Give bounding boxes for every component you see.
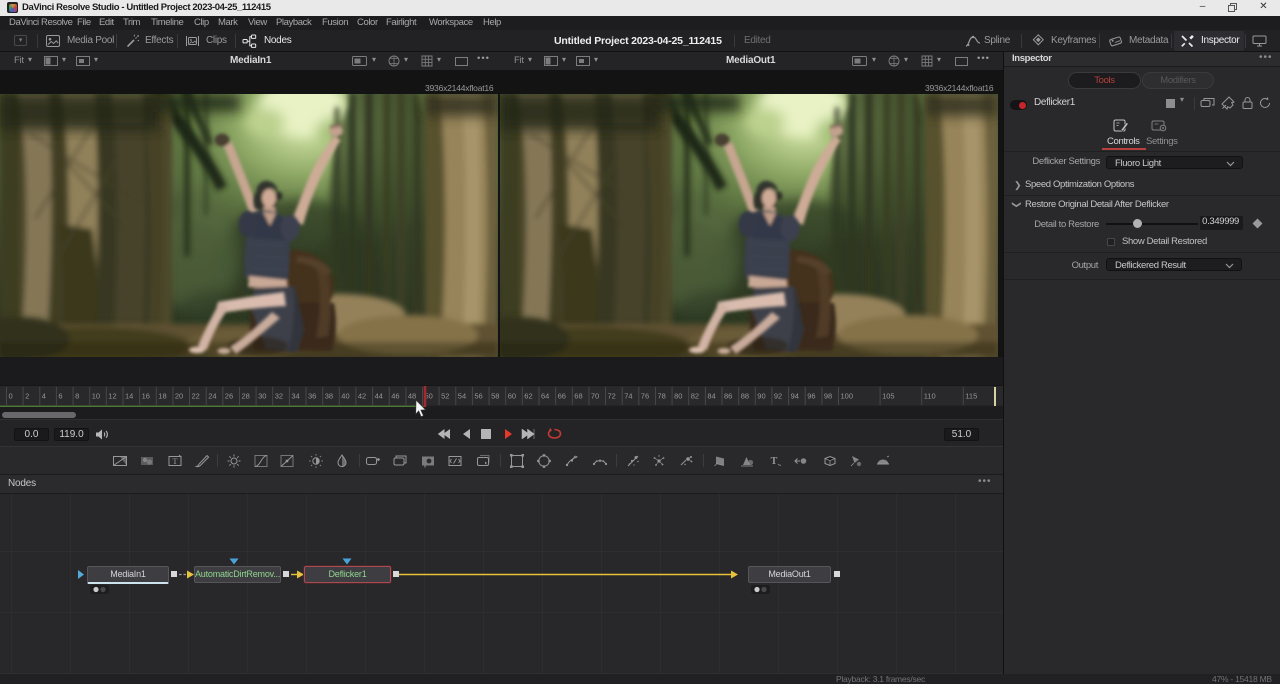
svg-text:14: 14 [125,392,133,401]
svg-text:74: 74 [624,392,632,401]
svg-text:T: T [172,456,178,466]
svg-text:68: 68 [574,392,582,401]
svg-text:52: 52 [441,392,449,401]
svg-text:30: 30 [258,392,266,401]
svg-text:70: 70 [591,392,599,401]
svg-text:105: 105 [882,392,895,401]
svg-text:64: 64 [541,392,549,401]
svg-text:80: 80 [674,392,682,401]
svg-text:96: 96 [807,392,815,401]
svg-text:90: 90 [757,392,765,401]
svg-text:36: 36 [308,392,316,401]
svg-text:88: 88 [741,392,749,401]
svg-text:0: 0 [9,392,13,401]
svg-text:60: 60 [508,392,516,401]
svg-text:T: T [771,456,778,467]
svg-text:44: 44 [375,392,383,401]
svg-text:42: 42 [358,392,366,401]
svg-text:54: 54 [458,392,466,401]
svg-text:110: 110 [924,392,936,401]
svg-text:94: 94 [791,392,799,401]
svg-text:26: 26 [225,392,233,401]
svg-text:66: 66 [558,392,566,401]
svg-text:20: 20 [175,392,183,401]
svg-text:98: 98 [824,392,832,401]
svg-text:2: 2 [25,392,29,401]
svg-text:22: 22 [192,392,200,401]
svg-text:76: 76 [641,392,649,401]
svg-text:62: 62 [524,392,532,401]
svg-text:40: 40 [341,392,349,401]
svg-text:58: 58 [491,392,499,401]
svg-text:78: 78 [658,392,666,401]
svg-text:10: 10 [92,392,100,401]
svg-text:18: 18 [158,392,166,401]
svg-text:4: 4 [42,392,46,401]
svg-text:82: 82 [691,392,699,401]
svg-text:16: 16 [142,392,150,401]
svg-text:115: 115 [965,392,977,401]
svg-text:28: 28 [242,392,250,401]
svg-text:32: 32 [275,392,283,401]
svg-text:38: 38 [325,392,333,401]
svg-text:86: 86 [724,392,732,401]
svg-text:46: 46 [391,392,399,401]
svg-text:92: 92 [774,392,782,401]
svg-text:56: 56 [474,392,482,401]
svg-text:100: 100 [841,392,854,401]
svg-text:6: 6 [58,392,62,401]
svg-text:34: 34 [291,392,299,401]
svg-text:8: 8 [75,392,79,401]
svg-text:24: 24 [208,392,216,401]
svg-text:84: 84 [707,392,715,401]
svg-text:72: 72 [608,392,616,401]
svg-text:12: 12 [108,392,116,401]
